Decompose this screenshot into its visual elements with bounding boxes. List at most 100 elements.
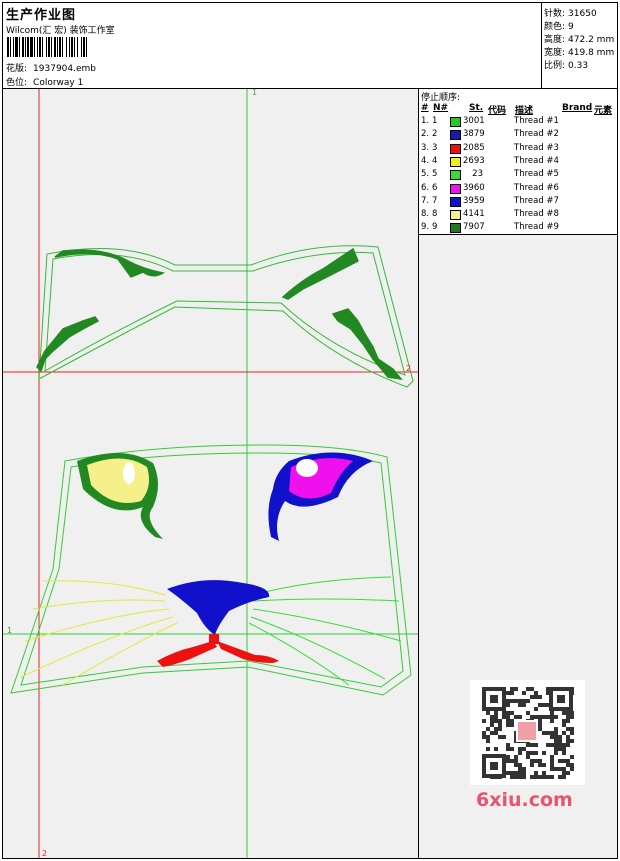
row-num: 1. <box>421 116 430 126</box>
row-desc: Thread #5 <box>514 169 559 180</box>
right-eye <box>268 452 373 541</box>
row-code: 23 <box>472 169 483 180</box>
row-num: 3. <box>421 142 430 153</box>
row-desc: Thread #8 <box>514 209 559 220</box>
thread-row: 6. 6 3960 Thread #6 <box>420 183 616 196</box>
thread-table-title: 停止顺序: <box>421 93 461 103</box>
thread-row: 3. 3 2085 Thread #3 <box>420 143 616 156</box>
row-desc: Thread #9 <box>514 222 559 233</box>
stat-value: 31650 <box>568 9 597 19</box>
stat-label: 宽度: <box>544 48 566 58</box>
axis-label-top: 1 <box>252 88 258 97</box>
row-n: 8 <box>432 209 438 220</box>
design-value: 1937904.emb <box>33 64 97 74</box>
colorway-label: 色位: <box>6 78 28 88</box>
color-swatch <box>450 117 461 127</box>
company-name: Wilcom(汇 宏) 装饰工作室 <box>6 26 115 36</box>
row-num: 6. <box>421 182 430 193</box>
color-swatch <box>450 156 461 167</box>
stat-colors: 颜色: 9 <box>544 19 574 32</box>
row-desc: Thread #4 <box>514 155 559 166</box>
row-code: 4141 <box>463 209 485 220</box>
stat-stitches: 针数: 31650 <box>544 6 597 19</box>
row-desc: Thread #2 <box>514 129 559 140</box>
color-swatch <box>450 223 461 234</box>
thread-row: 4. 4 2693 Thread #4 <box>420 156 616 169</box>
stat-label: 比例: <box>544 61 566 71</box>
whiskers-right <box>248 576 402 686</box>
colorway-row: 色位: Colorway 1 <box>6 75 83 88</box>
thread-row: 8. 8 4141 Thread #8 <box>420 209 616 222</box>
row-n: 7 <box>432 195 438 206</box>
thread-row: 2. 2 3879 Thread #2 <box>420 129 616 142</box>
thread-row: 5. 5 23 Thread #5 <box>420 169 616 182</box>
ears-detail <box>36 247 403 381</box>
row-desc: Thread #7 <box>514 195 559 206</box>
th-brand: Brand <box>562 103 593 113</box>
stat-label: 颜色: <box>544 22 566 32</box>
color-swatch <box>450 143 461 154</box>
th-desc: 描述 <box>515 106 534 116</box>
qr-code-graphic <box>480 685 575 780</box>
row-code: 3879 <box>463 129 485 140</box>
stat-height: 高度: 472.2 mm <box>544 32 614 45</box>
row-code: 2693 <box>463 155 485 166</box>
stat-value: 0.33 <box>568 61 589 71</box>
th-code: 代码 <box>488 106 507 116</box>
row-desc: Thread #6 <box>514 182 559 193</box>
row-n: 4 <box>432 155 438 166</box>
color-swatch <box>450 183 461 194</box>
axis-label-left: 1 <box>7 626 13 635</box>
design-label: 花版: <box>6 64 28 74</box>
row-n: 3 <box>432 142 438 153</box>
row-num: 4. <box>421 155 430 166</box>
stat-label: 高度: <box>544 35 566 45</box>
qr-code <box>470 680 585 785</box>
stat-value: 472.2 mm <box>568 35 615 45</box>
colorway-value: Colorway 1 <box>33 78 84 88</box>
th-elem: 元素 <box>594 106 613 116</box>
stat-value: 419.8 mm <box>568 48 615 58</box>
axis-label-bottom: 2 <box>42 849 48 858</box>
row-n: 1 <box>432 116 438 126</box>
row-n: 9 <box>432 222 438 233</box>
stat-width: 宽度: 419.8 mm <box>544 45 614 58</box>
color-swatch <box>450 210 461 221</box>
embroidery-preview <box>3 89 418 858</box>
stat-label: 针数: <box>544 9 566 19</box>
left-eye <box>77 452 163 539</box>
barcode <box>7 37 143 57</box>
nose <box>167 580 270 635</box>
row-num: 7. <box>421 195 430 206</box>
row-code: 3001 <box>463 116 485 126</box>
face-outline <box>10 444 412 696</box>
row-desc: Thread #3 <box>514 142 559 153</box>
design-row: 花版: 1937904.emb <box>6 61 96 74</box>
thread-row: 9. 9 7907 Thread #9 <box>420 222 616 235</box>
row-n: 5 <box>432 169 438 180</box>
th-st: St. <box>469 103 484 113</box>
color-swatch <box>450 170 461 181</box>
color-swatch <box>450 196 461 207</box>
mouth <box>157 634 279 667</box>
page-title: 生产作业图 <box>6 8 77 23</box>
thread-row: 7. 7 3959 Thread #7 <box>420 196 616 209</box>
whiskers-left <box>20 580 178 686</box>
stat-value: 9 <box>568 22 574 32</box>
thread-row: 1. 1 3001 Thread #1 <box>420 116 616 129</box>
row-desc: Thread #1 <box>514 116 559 126</box>
th-hash: # <box>421 103 429 113</box>
row-n: 2 <box>432 129 438 140</box>
row-code: 7907 <box>463 222 485 233</box>
stat-scale: 比例: 0.33 <box>544 58 588 71</box>
design-canvas <box>2 88 419 859</box>
watermark: 6xiu.com <box>476 789 573 811</box>
row-n: 6 <box>432 182 438 193</box>
color-swatch <box>450 130 461 141</box>
row-code: 3959 <box>463 195 485 206</box>
axis-label-right: 2 <box>406 364 412 373</box>
row-code: 2085 <box>463 142 485 153</box>
row-num: 2. <box>421 129 430 140</box>
row-num: 8. <box>421 209 430 220</box>
row-code: 3960 <box>463 182 485 193</box>
